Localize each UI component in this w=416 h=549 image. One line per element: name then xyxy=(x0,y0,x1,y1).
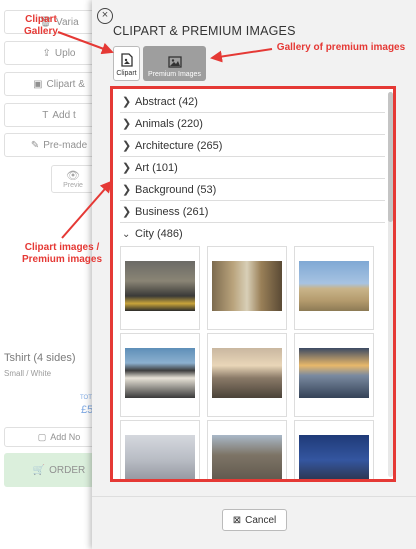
scrollbar-thumb[interactable] xyxy=(388,92,393,222)
chevron-right-icon: ❯ xyxy=(122,140,132,152)
category-city[interactable]: ⌄ City (486) xyxy=(120,223,385,245)
category-background[interactable]: ❯ Background (53) xyxy=(120,179,385,201)
category-architecture[interactable]: ❯ Architecture (265) xyxy=(120,135,385,157)
city-image-thumbnail[interactable] xyxy=(120,333,200,417)
tab-premium-images[interactable]: Premium Images xyxy=(143,46,206,81)
city-image-thumbnail[interactable] xyxy=(207,246,287,330)
city-image-thumbnail[interactable] xyxy=(207,333,287,417)
parthenon-image xyxy=(299,261,369,311)
category-abstract[interactable]: ❯ Abstract (42) xyxy=(120,91,385,113)
chevron-right-icon: ❯ xyxy=(122,118,132,130)
city-image-thumbnail[interactable] xyxy=(294,420,374,479)
city-image-thumbnail[interactable] xyxy=(207,420,287,479)
scrollbar[interactable] xyxy=(388,92,393,477)
close-box-icon: ⊠ xyxy=(232,514,242,526)
city-avenue-image xyxy=(212,261,282,311)
chevron-right-icon: ❯ xyxy=(122,184,132,196)
city-image-thumbnail[interactable] xyxy=(120,246,200,330)
tab-clipart[interactable]: Clipart xyxy=(113,46,140,81)
cancel-button[interactable]: ⊠ Cancel xyxy=(222,509,287,531)
night-city-image xyxy=(299,435,369,479)
chevron-right-icon: ❯ xyxy=(122,206,132,218)
winter-city-image xyxy=(125,435,195,479)
city-image-thumbnail[interactable] xyxy=(120,420,200,479)
annotation-clipart-gallery: Clipart Gallery xyxy=(24,14,58,37)
annotation-premium-gallery: Gallery of premium images xyxy=(276,42,406,53)
category-animals[interactable]: ❯ Animals (220) xyxy=(120,113,385,135)
category-business[interactable]: ❯ Business (261) xyxy=(120,201,385,223)
modal-title: CLIPART & PREMIUM IMAGES xyxy=(113,24,296,38)
city-street-image xyxy=(125,261,195,311)
city-image-thumbnail[interactable] xyxy=(294,246,374,330)
annotation-clipart-images: Clipart images / Premium images xyxy=(21,242,103,265)
category-art[interactable]: ❯ Art (101) xyxy=(120,157,385,179)
file-image-icon xyxy=(120,53,133,67)
close-icon[interactable]: × xyxy=(97,8,113,24)
paris-view-image xyxy=(212,348,282,398)
chevron-right-icon: ❯ xyxy=(122,162,132,174)
image-icon xyxy=(167,56,182,68)
old-street-image xyxy=(212,435,282,479)
city-image-thumbnail[interactable] xyxy=(294,333,374,417)
chevron-down-icon: ⌄ xyxy=(122,228,131,240)
storefront-image xyxy=(125,348,195,398)
footer-divider xyxy=(92,496,416,497)
chevron-right-icon: ❯ xyxy=(122,96,132,108)
sunset-city-image xyxy=(299,348,369,398)
images-panel: ❯ Abstract (42) ❯ Animals (220) ❯ Architect… xyxy=(110,86,396,482)
clipart-modal: × CLIPART & PREMIUM IMAGES Clipart Premi… xyxy=(92,0,416,549)
